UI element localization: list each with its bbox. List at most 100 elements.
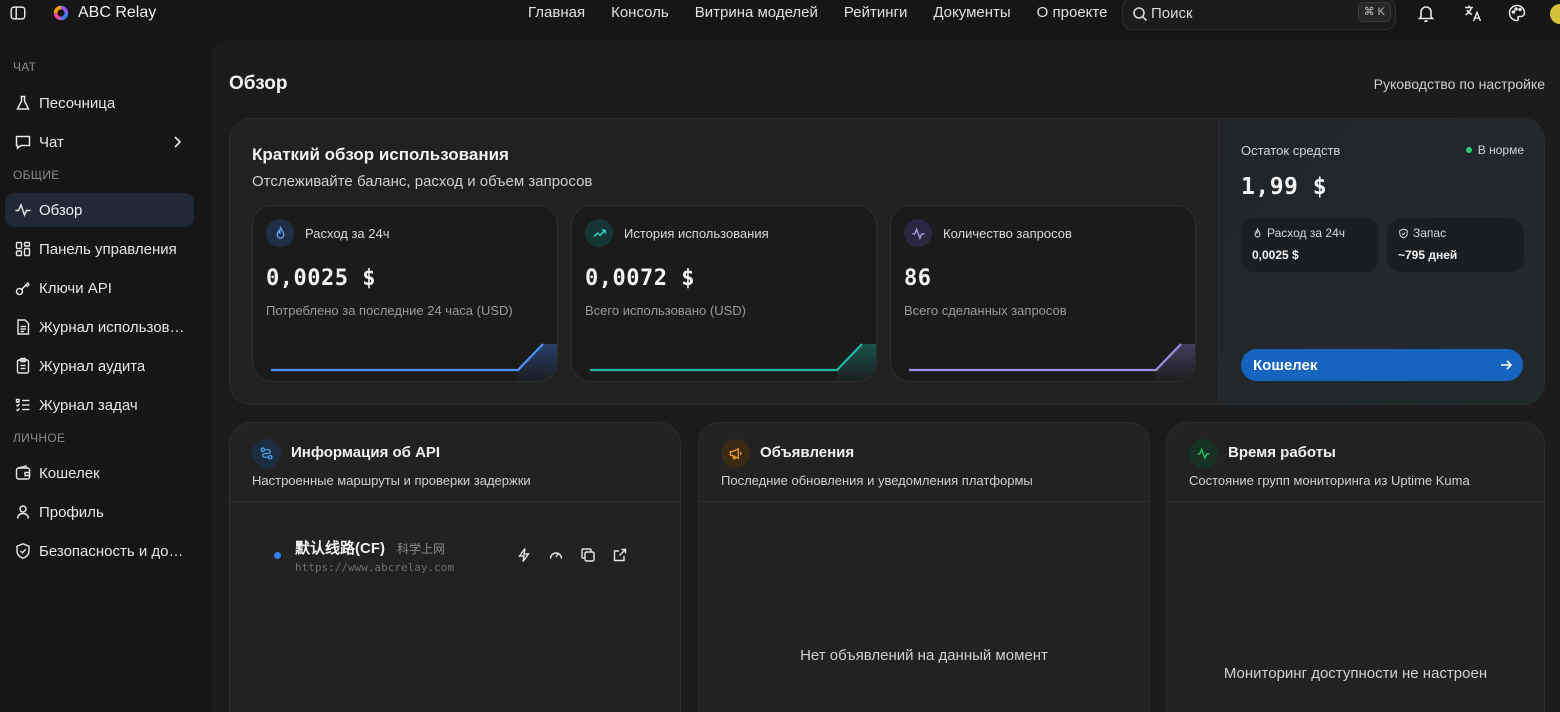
nav-docs[interactable]: Документы — [933, 4, 1010, 21]
stat-description: Всего использовано (USD) — [585, 303, 746, 318]
stat-card-spend-24h: Расход за 24ч 0,0025 $ Потреблено за пос… — [252, 205, 558, 382]
nav-models[interactable]: Витрина моделей — [695, 4, 818, 21]
mini-label: Запас — [1413, 226, 1447, 240]
stat-card-request-count: Количество запросов 86 Всего сделанных з… — [890, 205, 1196, 382]
sidebar-item-playground[interactable]: Песочница — [5, 86, 194, 120]
uptime-panel: Время работы Состояние групп мониторинга… — [1166, 422, 1545, 712]
shield-check-icon — [1399, 227, 1408, 239]
bell-icon[interactable] — [1416, 3, 1436, 23]
copy-icon[interactable] — [580, 547, 596, 563]
key-icon — [15, 281, 31, 296]
pulse-icon — [1189, 439, 1218, 468]
sidebar-item-label: Профиль — [39, 503, 104, 521]
trending-up-icon — [585, 219, 613, 247]
nav-ratings[interactable]: Рейтинги — [844, 4, 907, 21]
sparkline-history — [590, 343, 876, 381]
sidebar-item-label: Кошелек — [39, 464, 100, 482]
sidebar-item-usage-log[interactable]: Журнал использов… — [5, 310, 194, 344]
arrow-right-icon — [1501, 360, 1513, 370]
balance-value: 1,99 $ — [1241, 174, 1328, 200]
nav-about[interactable]: О проекте — [1037, 4, 1108, 21]
mini-value: ~795 дней — [1398, 248, 1458, 262]
usage-title: Краткий обзор использования — [252, 145, 509, 164]
sidebar-section-general: ОБЩИЕ — [13, 168, 60, 182]
sidebar: ЧАТ Песочница Чат ОБЩИЕ Обзор Панель упр… — [0, 60, 212, 573]
wallet-button[interactable]: Кошелек — [1241, 349, 1523, 381]
brand-name[interactable]: ABC Relay — [78, 4, 156, 22]
search-input[interactable]: Поиск ⌘ K — [1122, 0, 1396, 30]
announcements-panel: Объявления Последние обновления и уведом… — [698, 422, 1150, 712]
mini-card-reserve: Запас ~795 дней — [1387, 218, 1524, 272]
usage-subtitle: Отслеживайте баланс, расход и объем запр… — [252, 173, 593, 190]
shield-icon — [16, 543, 30, 559]
flame-icon — [266, 219, 294, 247]
list-icon — [15, 398, 30, 412]
api-info-subtitle: Настроенные маршруты и проверки задержки — [252, 473, 531, 488]
nav-console[interactable]: Консоль — [611, 4, 669, 21]
stat-value: 0,0025 $ — [266, 266, 376, 291]
palette-icon[interactable] — [1507, 3, 1527, 23]
sidebar-item-label: Панель управления — [39, 240, 177, 258]
top-nav: Главная Консоль Витрина моделей Рейтинги… — [528, 4, 1133, 21]
document-icon — [17, 319, 30, 335]
avatar[interactable] — [1550, 4, 1560, 24]
translate-icon[interactable] — [1463, 3, 1483, 23]
chevron-right-icon — [174, 136, 182, 148]
stat-description: Потреблено за последние 24 часа (USD) — [266, 303, 513, 318]
stat-label: История использования — [624, 226, 769, 241]
sidebar-item-audit-log[interactable]: Журнал аудита — [5, 349, 194, 383]
mini-value: 0,0025 $ — [1252, 248, 1299, 262]
dashboard-icon — [15, 241, 31, 257]
lightning-icon[interactable] — [516, 547, 532, 563]
setup-guide-link[interactable]: Руководство по настройке — [1374, 76, 1545, 92]
user-icon — [16, 505, 30, 519]
stat-description: Всего сделанных запросов — [904, 303, 1067, 318]
flask-icon — [16, 95, 30, 110]
sidebar-item-security[interactable]: Безопасность и до… — [5, 534, 194, 568]
stat-label: Количество запросов — [943, 226, 1072, 241]
sidebar-item-profile[interactable]: Профиль — [5, 495, 194, 529]
mini-card-spend: Расход за 24ч 0,0025 $ — [1241, 218, 1379, 272]
stat-value: 86 — [904, 266, 932, 291]
sidebar-item-overview[interactable]: Обзор — [5, 193, 194, 227]
main-content: Обзор Руководство по настройке Краткий о… — [212, 40, 1560, 712]
sidebar-item-label: Безопасность и до… — [39, 542, 184, 560]
sidebar-item-label: Ключи API — [39, 279, 112, 297]
route-name: 默认线路(CF) — [295, 540, 385, 557]
sidebar-item-label: Журнал аудита — [39, 357, 146, 375]
page-title: Обзор — [229, 73, 288, 94]
external-link-icon[interactable] — [612, 547, 628, 563]
sidebar-item-label: Журнал использов… — [39, 318, 185, 336]
sidebar-item-chat[interactable]: Чат — [5, 125, 194, 159]
sidebar-item-wallet[interactable]: Кошелек — [5, 456, 194, 490]
announcements-empty-text: Нет объявлений на данный момент — [800, 647, 1048, 664]
sidebar-toggle-icon[interactable] — [9, 4, 27, 22]
route-tag: 科学上网 — [397, 542, 446, 556]
logo-icon[interactable] — [52, 4, 70, 22]
route-status-dot — [274, 552, 281, 559]
flame-icon — [1254, 227, 1261, 237]
nav-home[interactable]: Главная — [528, 4, 585, 21]
megaphone-icon — [721, 439, 750, 468]
balance-panel: Остаток средств В норме 1,99 $ Расход за… — [1218, 119, 1544, 404]
announcements-subtitle: Последние обновления и уведомления платф… — [721, 473, 1033, 488]
route-url: https://www.abcrelay.com — [295, 561, 454, 574]
status-text: В норме — [1477, 143, 1524, 157]
announcements-title: Объявления — [760, 444, 855, 461]
sidebar-item-dashboard[interactable]: Панель управления — [5, 232, 194, 266]
clipboard-icon — [16, 357, 30, 374]
search-shortcut: ⌘ K — [1357, 2, 1391, 22]
status-badge: В норме — [1465, 143, 1524, 157]
uptime-subtitle: Состояние групп мониторинга из Uptime Ku… — [1189, 473, 1470, 488]
sidebar-item-api-keys[interactable]: Ключи API — [5, 271, 194, 305]
search-icon — [1133, 7, 1148, 22]
activity-icon — [15, 202, 31, 218]
stat-value: 0,0072 $ — [585, 266, 695, 291]
route-icon — [252, 439, 281, 468]
sidebar-item-task-log[interactable]: Журнал задач — [5, 388, 194, 422]
sparkline-spend — [271, 343, 557, 381]
speedometer-icon[interactable] — [548, 547, 564, 563]
api-info-panel: Информация об API Настроенные маршруты и… — [229, 422, 681, 712]
usage-overview-card: Краткий обзор использования Отслеживайте… — [229, 118, 1545, 405]
mini-label: Расход за 24ч — [1267, 226, 1345, 240]
